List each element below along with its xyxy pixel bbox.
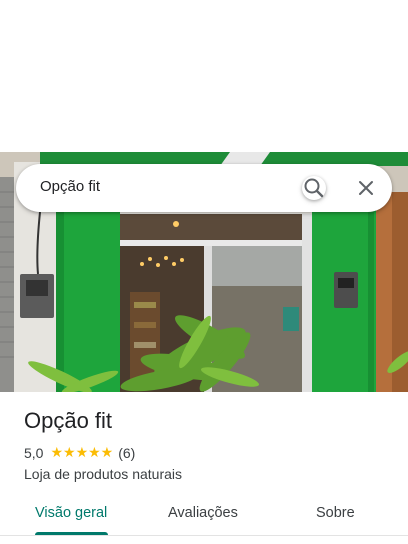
tab-overview[interactable]: Visão geral xyxy=(35,505,107,521)
rating-row[interactable]: 5,0 ★★★★★ (6) xyxy=(24,445,135,461)
search-bar[interactable]: Opção fit xyxy=(16,164,392,212)
search-icon[interactable] xyxy=(302,176,326,200)
search-input[interactable]: Opção fit xyxy=(40,178,100,195)
place-title: Opção fit xyxy=(24,408,113,433)
tab-about[interactable]: Sobre xyxy=(316,505,355,521)
close-icon[interactable] xyxy=(354,176,378,200)
review-count[interactable]: (6) xyxy=(118,445,135,461)
rating-stars: ★★★★★ xyxy=(50,445,114,461)
map-blank-area xyxy=(0,0,408,152)
rating-value: 5,0 xyxy=(24,445,44,461)
tab-reviews[interactable]: Avaliações xyxy=(168,505,238,521)
place-category[interactable]: Loja de produtos naturais xyxy=(24,466,182,482)
tabs-divider xyxy=(0,535,408,536)
